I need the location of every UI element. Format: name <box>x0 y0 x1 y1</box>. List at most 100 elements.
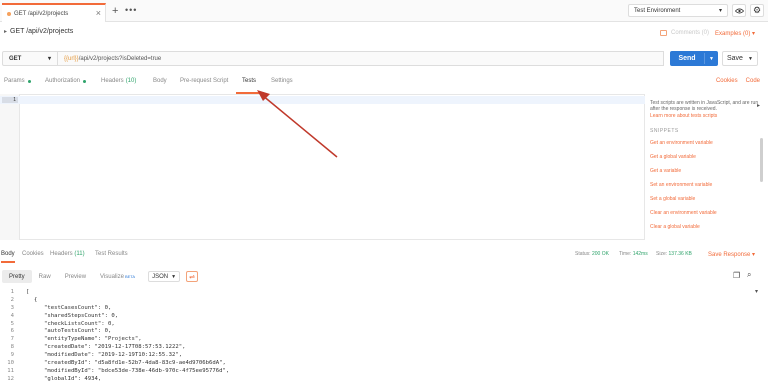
editor-gutter <box>0 94 20 240</box>
comment-icon <box>660 30 667 36</box>
code-link[interactable]: Code <box>746 78 760 84</box>
tab-tests[interactable]: Tests <box>242 78 256 84</box>
format-select[interactable]: JSON ▼ <box>148 271 181 282</box>
status-label: Status: <box>575 251 591 257</box>
tab-authorization[interactable]: Authorization <box>45 78 87 84</box>
comments-button[interactable]: Comments (0) <box>660 30 709 36</box>
comments-label: Comments (0) <box>671 30 710 36</box>
editor-active-line <box>0 96 645 104</box>
chevron-down-icon[interactable]: ▼ <box>705 56 718 62</box>
method-label: GET <box>9 55 22 62</box>
tests-script-editor[interactable] <box>0 94 645 240</box>
url-path: /api/v2/projects?isDeleted=true <box>78 55 162 62</box>
send-button[interactable]: Send ▼ <box>670 51 718 66</box>
code-line: 12 "globalId": 4934, <box>0 375 768 383</box>
code-line-number: 6 <box>10 328 14 335</box>
code-line-number: 5 <box>10 320 14 327</box>
response-body-viewer[interactable]: 1[2{3 "testCasesCount": 0, 4 "sharedStepsCo… <box>0 288 768 383</box>
unsaved-dot-icon <box>7 11 11 16</box>
tab-tests-label: Tests <box>242 78 257 84</box>
tab-body-label: Body <box>153 78 167 84</box>
snippet-get-variable[interactable]: Get a variable <box>650 168 762 182</box>
snippets-description: Test scripts are written in JavaScript, … <box>650 100 759 112</box>
manage-environments-button[interactable]: ⚙ <box>750 4 764 17</box>
response-time: Time: 142ms <box>619 251 648 257</box>
collapse-icon[interactable]: ▾ <box>755 288 758 295</box>
code-line-number: 9 <box>10 352 14 359</box>
code-line: 2{ <box>0 296 768 304</box>
request-tab[interactable]: GET /api/v2/projects × <box>2 3 106 22</box>
examples-dropdown[interactable]: Examples (0) ▾ <box>715 30 755 37</box>
tab-params[interactable]: Params <box>4 78 31 84</box>
raw-button[interactable]: Raw <box>32 270 58 283</box>
save-label: Save <box>727 55 743 62</box>
code-line-number: 8 <box>10 344 14 351</box>
tab-headers[interactable]: Headers (10) <box>101 78 136 84</box>
tab-response-headers[interactable]: Headers (11) <box>50 251 85 257</box>
code-line-text: "createdDate": "2019-12-17T08:57:53.1222… <box>44 344 186 351</box>
tab-response-headers-label: Headers <box>50 251 73 257</box>
editor-line-number: 1 <box>2 97 18 103</box>
save-response-button[interactable]: Save Response ▾ <box>708 251 755 258</box>
status-dot-icon <box>83 79 87 83</box>
chevron-down-icon: ▼ <box>748 55 753 62</box>
code-line: 8 "createdDate": "2019-12-17T08:57:53.122… <box>0 343 768 351</box>
tab-response-cookies[interactable]: Cookies <box>22 251 44 257</box>
snippet-get-environment-variable[interactable]: Get an environment variable <box>650 140 762 154</box>
tab-response-body[interactable]: Body <box>1 251 15 257</box>
format-select-label: JSON <box>152 273 169 280</box>
response-format-toolbar: Pretty Raw Preview Visualize BETA JSON ▼ ⇌ <box>2 270 199 283</box>
snippets-scrollbar[interactable] <box>760 138 763 182</box>
close-tab-icon[interactable]: × <box>96 8 101 18</box>
snippet-clear-global-variable[interactable]: Clear a global variable <box>650 224 762 238</box>
snippet-get-global-variable[interactable]: Get a global variable <box>650 154 762 168</box>
snippet-set-global-variable[interactable]: Set a global variable <box>650 196 762 210</box>
beta-badge: BETA <box>124 274 136 279</box>
cookies-link[interactable]: Cookies <box>716 78 738 84</box>
snippet-set-environment-variable[interactable]: Set an environment variable <box>650 182 762 196</box>
tab-settings[interactable]: Settings <box>271 78 293 84</box>
environment-select[interactable]: Test Environment ▾ <box>628 4 728 17</box>
chevron-right-icon: ▸ <box>4 29 8 35</box>
tab-test-results[interactable]: Test Results <box>95 251 128 257</box>
time-label: Time: <box>619 251 632 257</box>
active-response-tab-indicator <box>1 261 15 263</box>
copy-icon[interactable]: ❐ <box>733 271 740 280</box>
environment-quick-look-button[interactable] <box>732 4 746 17</box>
request-title[interactable]: ▸ GET /api/v2/projects <box>4 28 73 35</box>
code-line-number: 10 <box>7 359 14 366</box>
url-input[interactable]: {{url}}/api/v2/projects?isDeleted=true <box>58 51 664 66</box>
code-line-text: { <box>34 296 38 303</box>
code-line-text: "globalId": 4934, <box>44 375 102 382</box>
code-line-number: 11 <box>7 367 14 374</box>
response-size: Size: 137.36 KB <box>656 251 692 257</box>
chevron-down-icon: ▼ <box>171 273 177 280</box>
pretty-button[interactable]: Pretty <box>2 270 32 283</box>
code-line-text: "modifiedById": "bdce53de-738e-46db-970c… <box>44 367 230 374</box>
code-line-text: [ <box>26 288 30 295</box>
request-tab-label: GET /api/v2/projects <box>14 10 69 17</box>
search-icon[interactable]: ⌕ <box>747 270 751 280</box>
more-tabs-icon[interactable]: ••• <box>125 5 137 15</box>
tab-pre-request-label: Pre-request Script <box>180 78 229 84</box>
save-button[interactable]: Save ▼ <box>722 51 758 66</box>
visualize-button[interactable]: Visualize BETA <box>93 270 142 283</box>
tab-pre-request-script[interactable]: Pre-request Script <box>180 78 228 84</box>
method-select[interactable]: GET ▾ <box>2 51 58 66</box>
snippets-panel: Test scripts are written in JavaScript, … <box>650 100 762 238</box>
wrap-lines-icon[interactable]: ⇌ <box>186 271 199 282</box>
code-line-number: 1 <box>10 288 14 295</box>
code-line-text: "autoTestsCount": 0, <box>44 328 112 335</box>
code-line-text: "sharedStepsCount": 0, <box>44 312 119 319</box>
snippet-clear-environment-variable[interactable]: Clear an environment variable <box>650 210 762 224</box>
learn-more-link[interactable]: Learn more about tests scripts <box>650 113 762 119</box>
size-value: 137.36 KB <box>668 251 692 257</box>
preview-button[interactable]: Preview <box>58 270 93 283</box>
collapse-snippets-icon[interactable]: ▸ <box>757 102 760 109</box>
eye-icon <box>734 8 744 13</box>
url-variable: {{url}} <box>64 55 79 62</box>
code-line: 9 "modifiedDate": "2019-12-19T10:12:55.32… <box>0 351 768 359</box>
code-line-text: "createdById": "d5a8fd1e-52b7-4da8-83c9-… <box>44 359 226 366</box>
tab-body[interactable]: Body <box>153 78 167 84</box>
new-tab-plus-icon[interactable]: + <box>112 5 118 17</box>
